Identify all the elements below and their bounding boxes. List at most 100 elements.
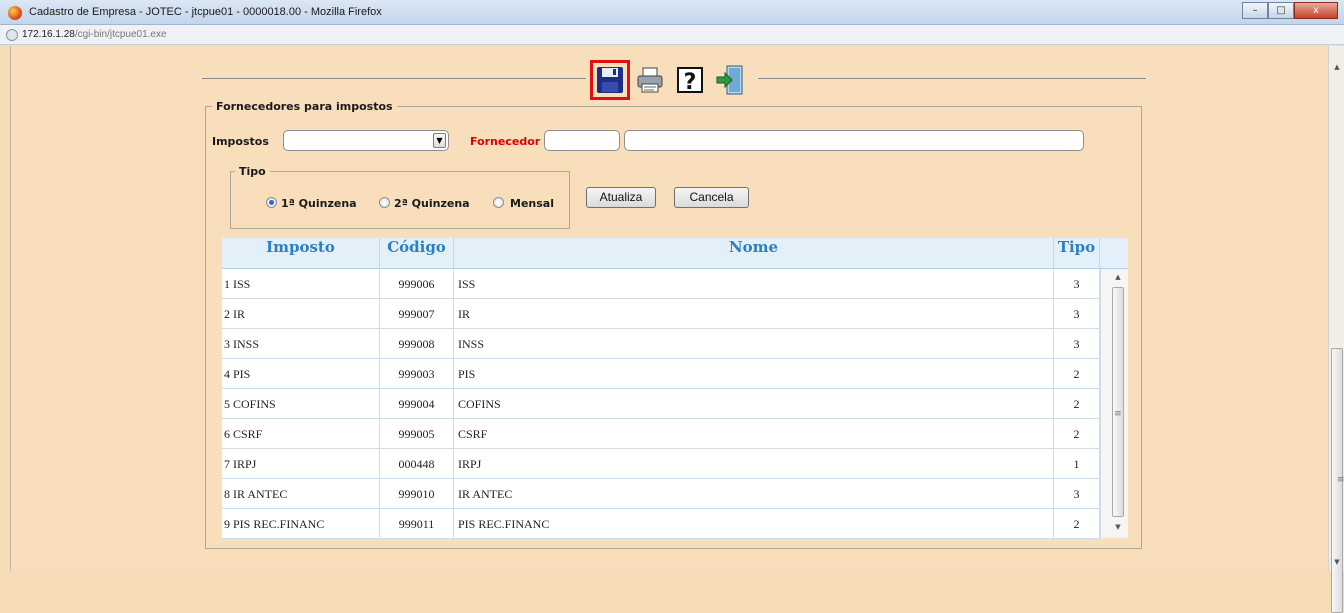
cell-tipo: 2 (1054, 509, 1100, 539)
cell-codigo: 999003 (380, 359, 454, 389)
radio-mensal[interactable] (493, 197, 504, 208)
table-row[interactable]: 6 CSRF 999005 CSRF 2 (222, 419, 1100, 449)
exit-button[interactable] (710, 60, 750, 100)
address-path: /cgi-bin/jtcpue01.exe (74, 29, 167, 40)
atualiza-button[interactable]: Atualiza (586, 187, 656, 208)
cell-nome: CSRF (454, 419, 1054, 449)
table-scrollbar[interactable]: ▲ ≡ ▼ (1100, 269, 1128, 538)
cell-tipo: 2 (1054, 419, 1100, 449)
grip-icon: ≡ (1337, 475, 1344, 485)
cell-nome: PIS REC.FINANC (454, 509, 1054, 539)
minimize-button[interactable]: – (1242, 2, 1268, 19)
cell-codigo: 999006 (380, 269, 454, 299)
radio-2a-quinzena[interactable] (379, 197, 390, 208)
table-row[interactable]: 9 PIS REC.FINANC 999011 PIS REC.FINANC 2 (222, 509, 1100, 539)
cell-tipo: 2 (1054, 359, 1100, 389)
table-row[interactable]: 2 IR 999007 IR 3 (222, 299, 1100, 329)
cell-codigo: 999007 (380, 299, 454, 329)
print-icon (637, 67, 663, 93)
radio-mensal-label: Mensal (510, 197, 554, 210)
table-scroll-down-icon[interactable]: ▼ (1112, 523, 1124, 531)
toolbar-rule-right (758, 78, 1146, 79)
fornecedor-name-field[interactable] (624, 130, 1084, 151)
cell-imposto: 6 CSRF (222, 419, 380, 449)
cell-codigo: 999004 (380, 389, 454, 419)
cell-codigo: 999011 (380, 509, 454, 539)
cell-imposto: 4 PIS (222, 359, 380, 389)
fornecedor-code-field[interactable] (544, 130, 620, 151)
impostos-table: Imposto Código Nome Tipo 1 ISS 999006 ISS 3… (222, 238, 1128, 539)
cell-nome: INSS (454, 329, 1054, 359)
table-row[interactable]: 4 PIS 999003 PIS 2 (222, 359, 1100, 389)
cell-nome: IR ANTEC (454, 479, 1054, 509)
radio-1a-quinzena[interactable] (266, 197, 277, 208)
address-url[interactable]: 172.16.1.28/cgi-bin/jtcpue01.exe (22, 29, 167, 40)
impostos-label: Impostos (212, 135, 269, 148)
window-title: Cadastro de Empresa - JOTEC - jtcpue01 -… (29, 6, 382, 18)
window-controls: – □ x (1242, 2, 1338, 19)
cell-tipo: 1 (1054, 449, 1100, 479)
table-scroll-thumb[interactable] (1112, 287, 1124, 517)
address-bar[interactable]: 172.16.1.28/cgi-bin/jtcpue01.exe (0, 25, 1344, 45)
cell-nome: ISS (454, 269, 1054, 299)
cell-imposto: 3 INSS (222, 329, 380, 359)
fornecedor-label: Fornecedor (470, 135, 541, 148)
cell-nome: COFINS (454, 389, 1054, 419)
table-row[interactable]: 1 ISS 999006 ISS 3 (222, 269, 1100, 299)
action-toolbar: ? (590, 60, 750, 100)
cell-tipo: 3 (1054, 299, 1100, 329)
close-button[interactable]: x (1294, 2, 1338, 19)
header-nome[interactable]: Nome (454, 238, 1054, 269)
header-imposto[interactable]: Imposto (222, 238, 380, 269)
radio-1a-quinzena-label: 1ª Quinzena (281, 197, 357, 210)
firefox-icon (8, 6, 22, 20)
impostos-select[interactable]: ▼ (283, 130, 449, 151)
exit-icon (716, 65, 743, 95)
header-tipo[interactable]: Tipo (1054, 238, 1100, 269)
fieldset-legend: Fornecedores para impostos (216, 100, 393, 113)
toolbar-rule-left (202, 78, 586, 79)
header-codigo[interactable]: Código (380, 238, 454, 269)
chevron-down-icon[interactable]: ▼ (433, 133, 446, 148)
cell-imposto: 7 IRPJ (222, 449, 380, 479)
help-button[interactable]: ? (670, 60, 710, 100)
cell-tipo: 3 (1054, 479, 1100, 509)
cell-tipo: 2 (1054, 389, 1100, 419)
page-scroll-thumb[interactable]: ≡ (1331, 348, 1344, 613)
cancela-button[interactable]: Cancela (674, 187, 749, 208)
page-scrollbar[interactable]: ▲ ≡ ▼ (1328, 46, 1344, 613)
globe-icon (6, 29, 18, 41)
cell-nome: PIS (454, 359, 1054, 389)
radio-2a-quinzena-label: 2ª Quinzena (394, 197, 470, 210)
cell-codigo: 000448 (380, 449, 454, 479)
cell-imposto: 5 COFINS (222, 389, 380, 419)
cell-codigo: 999005 (380, 419, 454, 449)
save-button[interactable] (590, 60, 630, 100)
cell-imposto: 2 IR (222, 299, 380, 329)
table-row[interactable]: 3 INSS 999008 INSS 3 (222, 329, 1100, 359)
cell-imposto: 8 IR ANTEC (222, 479, 380, 509)
table-header: Imposto Código Nome Tipo (222, 238, 1128, 269)
print-button[interactable] (630, 60, 670, 100)
table-row[interactable]: 8 IR ANTEC 999010 IR ANTEC 3 (222, 479, 1100, 509)
maximize-button[interactable]: □ (1268, 2, 1294, 19)
scroll-up-arrow-icon[interactable]: ▲ (1329, 60, 1344, 74)
cell-tipo: 3 (1054, 269, 1100, 299)
cell-tipo: 3 (1054, 329, 1100, 359)
table-row[interactable]: 7 IRPJ 000448 IRPJ 1 (222, 449, 1100, 479)
cell-codigo: 999010 (380, 479, 454, 509)
cell-nome: IR (454, 299, 1054, 329)
cell-nome: IRPJ (454, 449, 1054, 479)
save-icon (597, 67, 623, 93)
table-scroll-up-icon[interactable]: ▲ (1112, 273, 1124, 281)
svg-text:?: ? (684, 70, 697, 95)
cell-imposto: 1 ISS (222, 269, 380, 299)
grip-icon: ≡ (1114, 409, 1122, 419)
scroll-down-arrow-icon[interactable]: ▼ (1329, 555, 1344, 569)
tipo-legend: Tipo (239, 165, 266, 178)
cell-codigo: 999008 (380, 329, 454, 359)
window-titlebar: Cadastro de Empresa - JOTEC - jtcpue01 -… (0, 0, 1344, 25)
table-row[interactable]: 5 COFINS 999004 COFINS 2 (222, 389, 1100, 419)
cell-imposto: 9 PIS REC.FINANC (222, 509, 380, 539)
help-icon: ? (677, 67, 703, 95)
